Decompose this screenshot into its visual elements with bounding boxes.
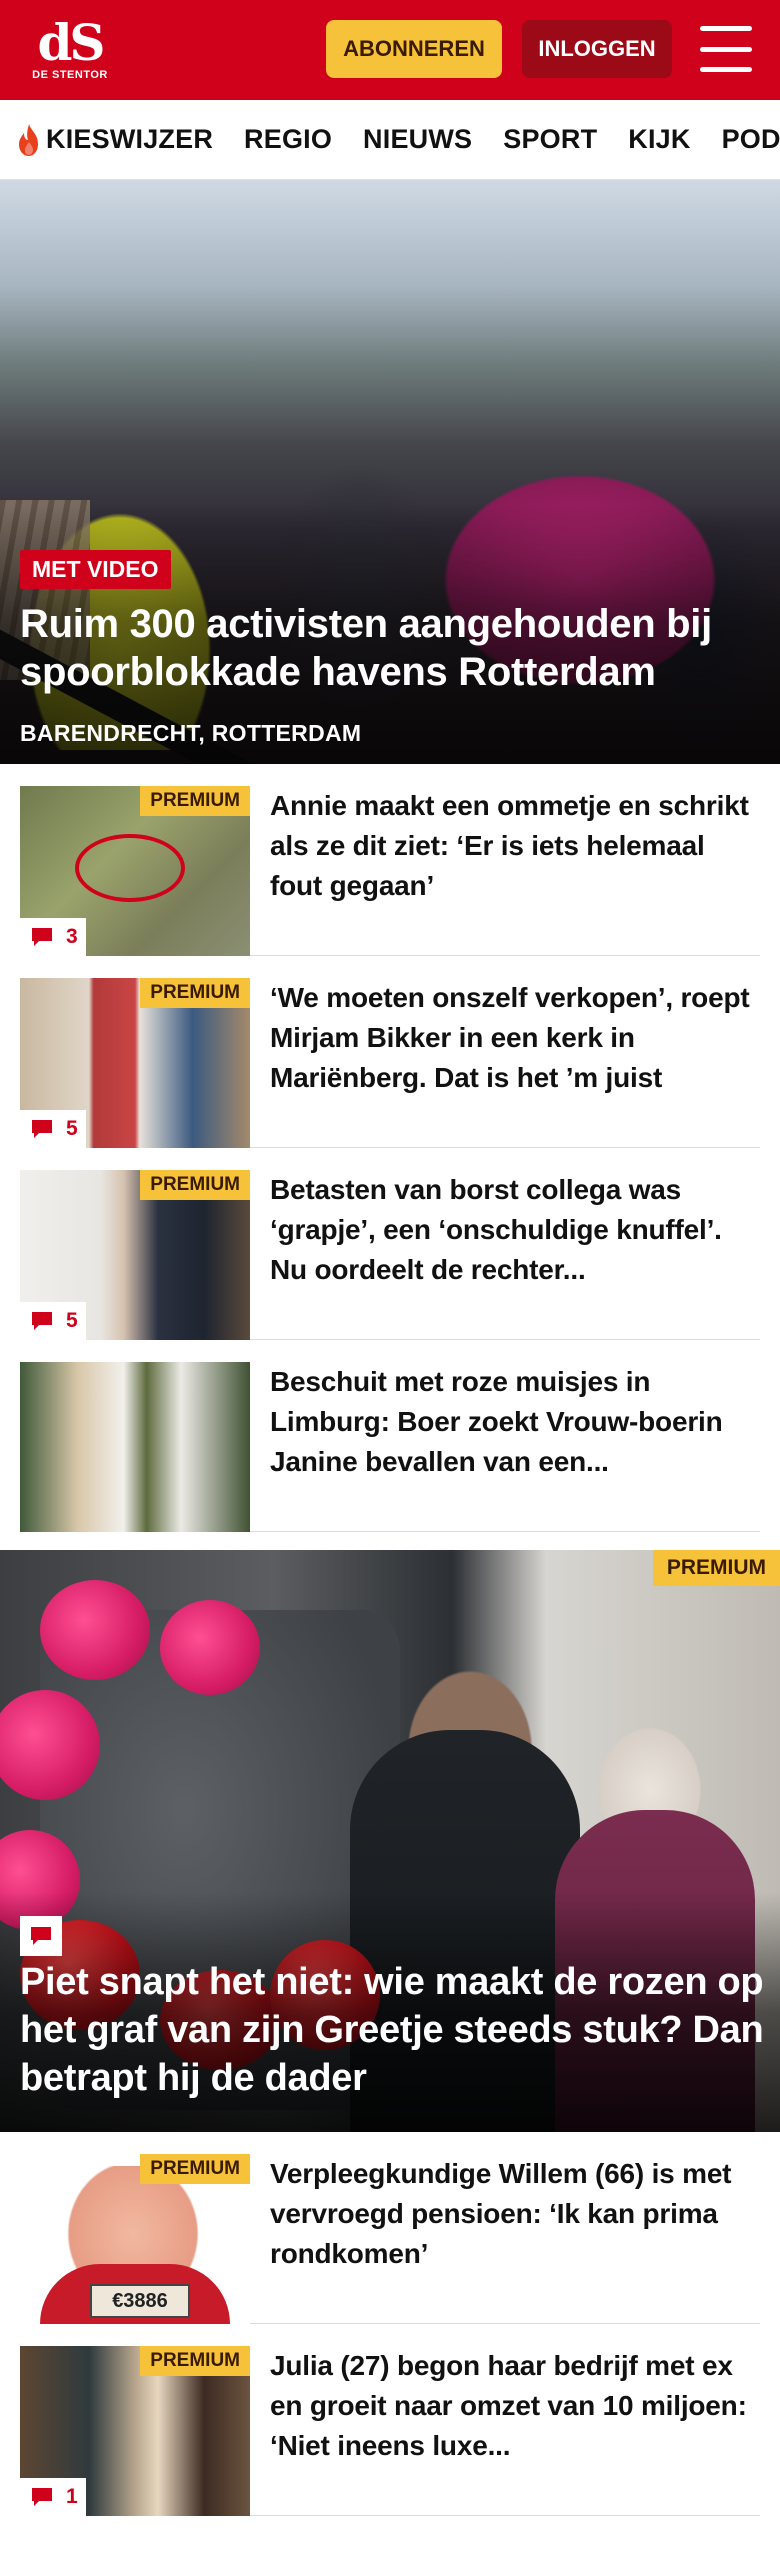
premium-badge: PREMIUM (652, 1550, 780, 1586)
hero-title[interactable]: Ruim 300 activisten aangehouden bij spoo… (20, 600, 760, 696)
comment-count[interactable] (20, 1916, 62, 1956)
article-thumbnail: PREMIUM 3 (20, 786, 250, 956)
list-item[interactable]: PREMIUM 3 Annie maakt een ommetje en sch… (20, 764, 760, 956)
feature-image-rose (40, 1580, 150, 1680)
main-nav: KIESWIJZER REGIO NIEUWS SPORT KIJK PODCA… (0, 100, 780, 180)
premium-badge: PREMIUM (140, 2346, 250, 2376)
comment-count-value: 5 (66, 1117, 78, 1140)
comment-count-value: 3 (66, 925, 78, 948)
list-item[interactable]: PREMIUM 5 ‘We moeten onszelf verkopen’, … (20, 956, 760, 1148)
article-list: PREMIUM 3 Annie maakt een ommetje en sch… (0, 764, 780, 1532)
hero-article[interactable]: MET VIDEO Ruim 300 activisten aangehoude… (0, 180, 780, 764)
article-title[interactable]: Julia (27) begon haar bedrijf met ex en … (270, 2346, 760, 2515)
menu-icon[interactable] (700, 26, 752, 72)
article-thumbnail (20, 1362, 250, 1532)
comment-count[interactable]: 1 (20, 2478, 86, 2516)
comment-icon (32, 1312, 52, 1330)
article-title[interactable]: Verpleegkundige Willem (66) is met vervr… (270, 2154, 760, 2323)
article-title[interactable]: Betasten van borst collega was ‘grapje’,… (270, 1170, 760, 1339)
premium-badge: PREMIUM (140, 2154, 250, 2184)
premium-badge: PREMIUM (140, 978, 250, 1008)
article-list: €3886 PREMIUM Verpleegkundige Willem (66… (0, 2132, 780, 2516)
article-title[interactable]: Annie maakt een ommetje en schrikt als z… (270, 786, 760, 955)
nav-item-kieswijzer[interactable]: KIESWIJZER (16, 123, 213, 157)
nav-item-podcast[interactable]: PODCAST (722, 124, 780, 155)
premium-badge: PREMIUM (140, 786, 250, 816)
feature-image-rose (160, 1600, 260, 1695)
comment-icon (32, 2488, 52, 2506)
highlight-circle (75, 834, 185, 902)
list-item[interactable]: Beschuit met roze muisjes in Limburg: Bo… (20, 1340, 760, 1532)
menu-icon-bar (700, 46, 752, 52)
list-item[interactable]: PREMIUM 1 Julia (27) begon haar bedrijf … (20, 2324, 760, 2516)
article-title[interactable]: Beschuit met roze muisjes in Limburg: Bo… (270, 1362, 760, 1531)
logo-mark: dS (37, 13, 105, 72)
logo-name: DE STENTOR (32, 69, 108, 81)
nav-item-nieuws[interactable]: NIEUWS (363, 124, 472, 155)
article-thumbnail: PREMIUM 1 (20, 2346, 250, 2516)
nav-item-regio[interactable]: REGIO (244, 124, 332, 155)
comment-icon (32, 928, 52, 946)
comment-icon (32, 1120, 52, 1138)
premium-badge: PREMIUM (140, 1170, 250, 1200)
menu-icon-bar (700, 26, 752, 31)
article-title[interactable]: ‘We moeten onszelf verkopen’, roept Mirj… (270, 978, 760, 1147)
comment-count-value: 1 (66, 2485, 78, 2508)
hero-location: BARENDRECHT, ROTTERDAM (20, 720, 362, 746)
article-thumbnail: €3886 PREMIUM (20, 2154, 250, 2324)
article-thumbnail: PREMIUM 5 (20, 1170, 250, 1340)
illustration-plate: €3886 (90, 2284, 190, 2318)
list-item[interactable]: PREMIUM 5 Betasten van borst collega was… (20, 1148, 760, 1340)
nav-item-sport[interactable]: SPORT (503, 124, 597, 155)
login-button[interactable]: INLOGGEN (522, 20, 672, 78)
comment-count-value: 5 (66, 1309, 78, 1332)
feature-title[interactable]: Piet snapt het niet: wie maakt de rozen … (20, 1958, 765, 2102)
comment-count[interactable]: 5 (20, 1302, 86, 1340)
comment-icon (31, 1927, 51, 1945)
video-badge: MET VIDEO (20, 550, 171, 589)
nav-item-label: KIESWIJZER (46, 124, 214, 154)
comment-count[interactable]: 5 (20, 1110, 86, 1148)
comment-count[interactable]: 3 (20, 918, 86, 956)
site-header: dS DE STENTOR ABONNEREN INLOGGEN (0, 0, 780, 100)
article-thumbnail: PREMIUM 5 (20, 978, 250, 1148)
flame-icon (19, 123, 38, 156)
site-logo[interactable]: dS DE STENTOR (22, 13, 118, 82)
menu-icon-bar (700, 67, 752, 72)
feature-article[interactable]: PREMIUM Piet snapt het niet: wie maakt d… (0, 1550, 780, 2132)
subscribe-button[interactable]: ABONNEREN (326, 20, 502, 78)
nav-item-kijk[interactable]: KIJK (628, 124, 690, 155)
list-item[interactable]: €3886 PREMIUM Verpleegkundige Willem (66… (20, 2132, 760, 2324)
